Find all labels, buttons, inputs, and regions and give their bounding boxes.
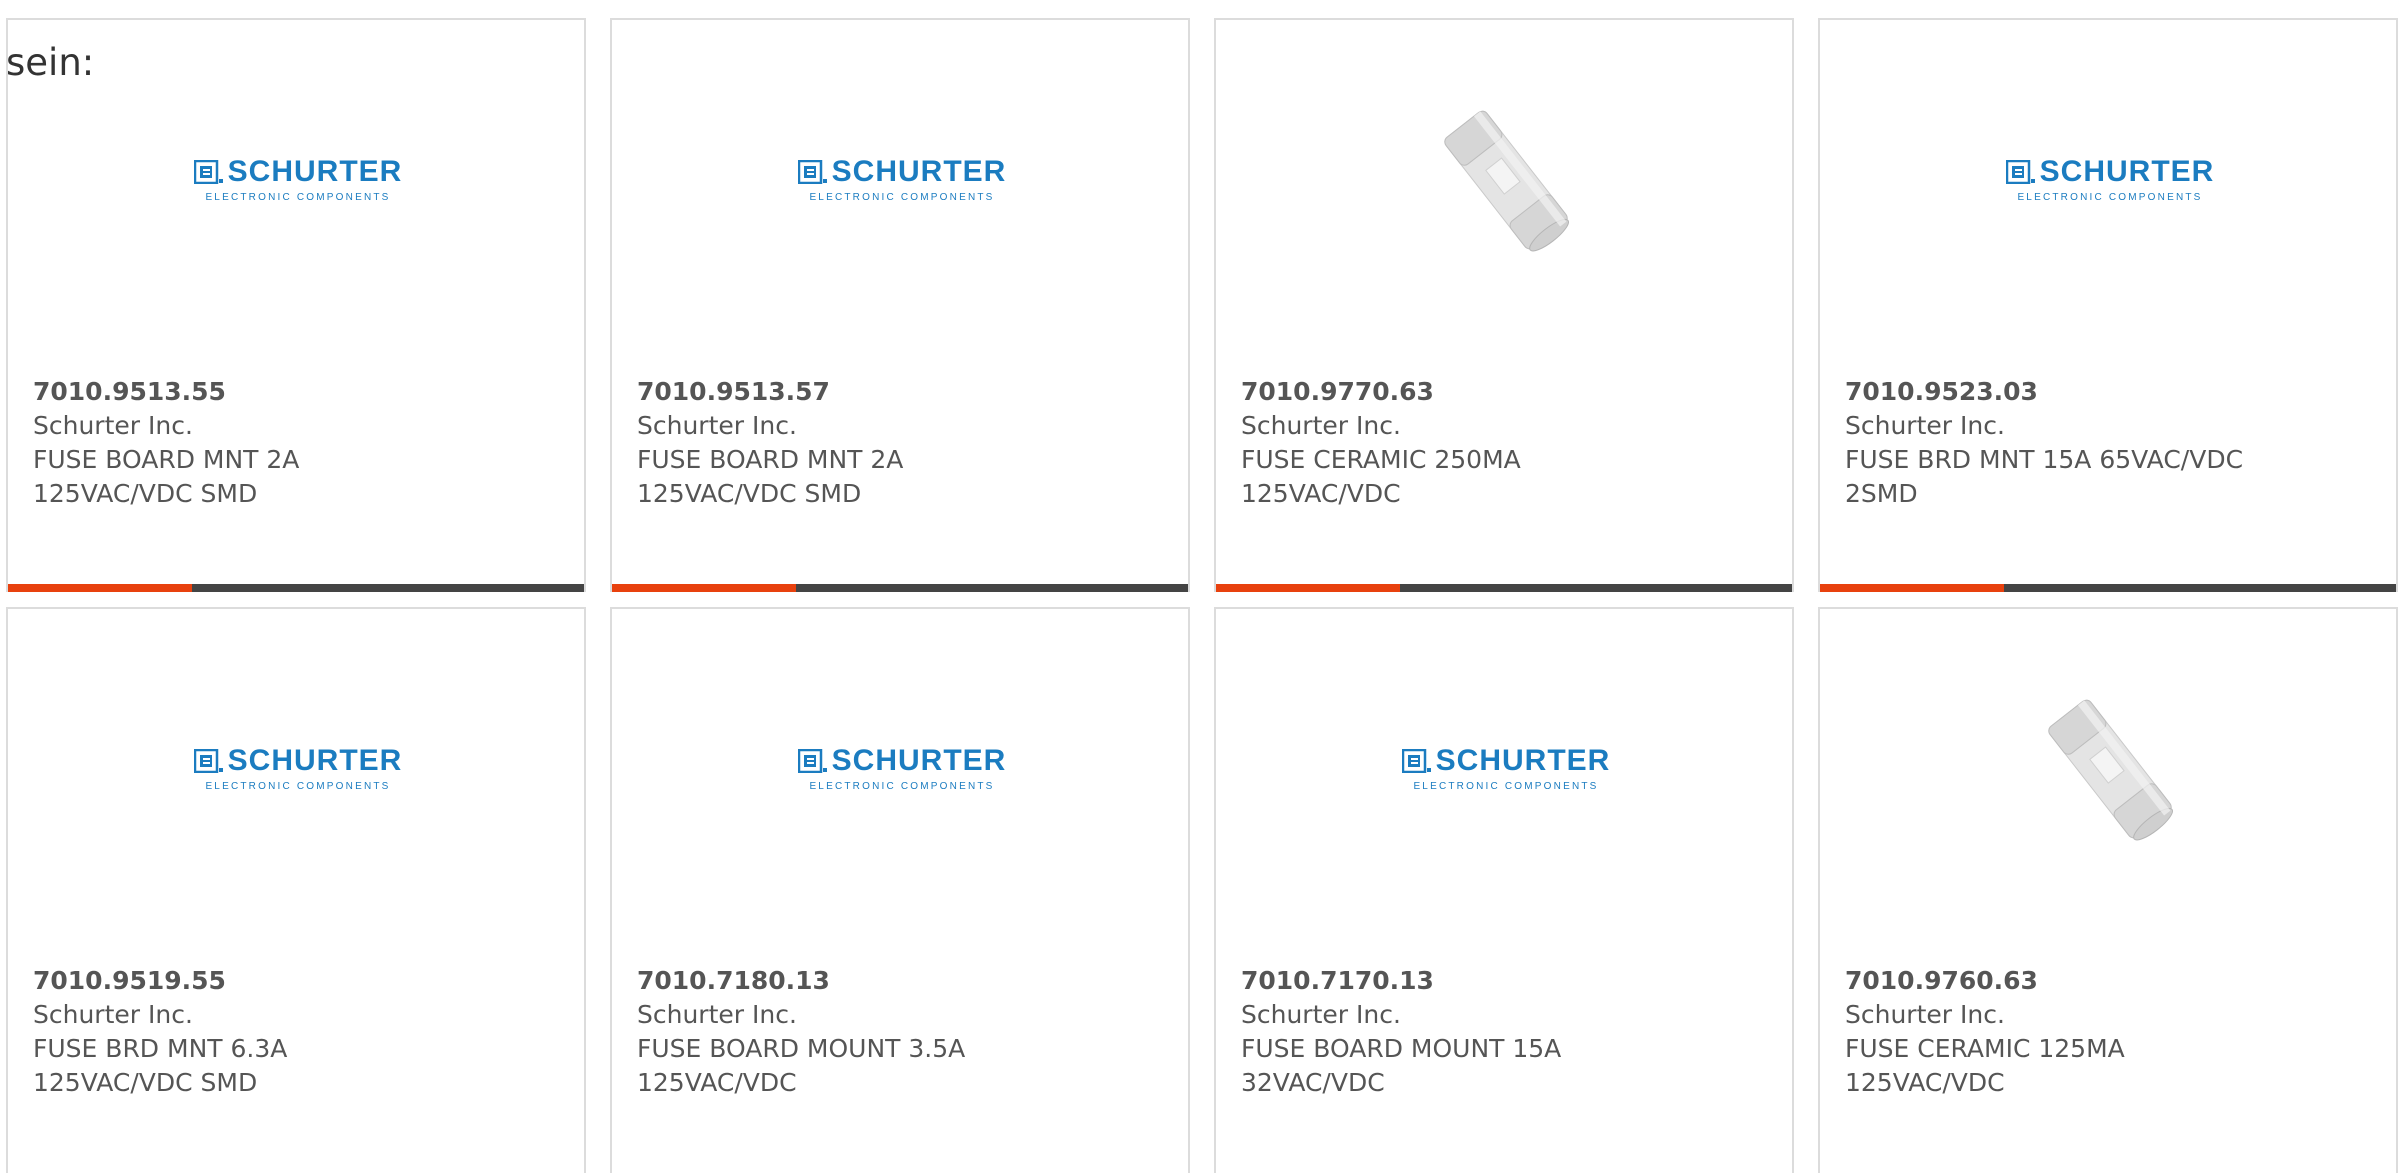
description-line1: FUSE CERAMIC 250MA [1241,445,1521,474]
description-line1: FUSE BOARD MNT 2A [33,445,300,474]
ceramic-fuse-photo [1444,110,1569,252]
product-card[interactable]: SCHURTER ELECTRONIC COMPONENTS 7010.9523… [1818,18,2398,592]
logo-sub-text: ELECTRONIC COMPONENTS [809,781,995,792]
product-image [1216,80,1792,280]
product-image: SCHURTER ELECTRONIC COMPONENTS [612,80,1188,280]
description-line2: 125VAC/VDC [637,1068,797,1097]
description-line2: 125VAC/VDC [1845,1068,2005,1097]
description-line2: 125VAC/VDC SMD [637,479,862,508]
schurter-logo: SCHURTER ELECTRONIC COMPONENTS [797,155,1007,203]
logo-main-text: SCHURTER [831,155,1007,188]
product-image: SCHURTER ELECTRONIC COMPONENTS [612,669,1188,869]
card-accent [8,584,192,592]
description-line1: FUSE BOARD MOUNT 15A [1241,1034,1562,1063]
schurter-emblem-icon [797,160,827,184]
product-card[interactable]: SCHURTER ELECTRONIC COMPONENTS 7010.9513… [610,18,1190,592]
product-image [1820,669,2396,869]
schurter-emblem-icon [193,160,223,184]
schurter-logo: SCHURTER ELECTRONIC COMPONENTS [193,155,403,203]
card-bottom-bar [1216,584,1792,592]
product-info: 7010.7180.13 Schurter Inc. FUSE BOARD MO… [637,964,1167,1100]
card-accent [612,584,796,592]
product-card[interactable]: SCHURTER ELECTRONIC COMPONENTS 7010.9519… [6,607,586,1173]
product-info: 7010.9519.55 Schurter Inc. FUSE BRD MNT … [33,964,563,1100]
product-card[interactable]: SCHURTER ELECTRONIC COMPONENTS 7010.9513… [6,18,586,592]
product-grid-page: sein: SCHURTER ELECTRONIC COMPONENTS 701… [0,0,2400,1173]
logo-main-text: SCHURTER [831,744,1007,777]
logo-sub-text: ELECTRONIC COMPONENTS [205,192,391,203]
product-grid: SCHURTER ELECTRONIC COMPONENTS 7010.9513… [0,0,2400,1173]
manufacturer: Schurter Inc. [637,1000,797,1029]
description-line1: FUSE BRD MNT 15A 65VAC/VDC [1845,445,2244,474]
logo-main-text: SCHURTER [2039,155,2215,188]
description-line1: FUSE BOARD MNT 2A [637,445,904,474]
schurter-logo: SCHURTER ELECTRONIC COMPONENTS [2005,155,2215,203]
description-line1: FUSE BOARD MOUNT 3.5A [637,1034,966,1063]
description-line2: 125VAC/VDC SMD [33,1068,258,1097]
description-line1: FUSE BRD MNT 6.3A [33,1034,288,1063]
product-image: SCHURTER ELECTRONIC COMPONENTS [8,80,584,280]
manufacturer: Schurter Inc. [33,1000,193,1029]
schurter-emblem-icon [193,749,223,773]
logo-sub-text: ELECTRONIC COMPONENTS [2017,192,2203,203]
card-accent [1216,584,1400,592]
description-line2: 125VAC/VDC SMD [33,479,258,508]
logo-sub-text: ELECTRONIC COMPONENTS [1413,781,1599,792]
schurter-emblem-icon [1401,749,1431,773]
logo-sub-text: ELECTRONIC COMPONENTS [809,192,995,203]
product-info: 7010.9523.03 Schurter Inc. FUSE BRD MNT … [1845,375,2375,511]
card-bottom-bar [1820,584,2396,592]
product-card[interactable]: SCHURTER ELECTRONIC COMPONENTS 7010.7170… [1214,607,1794,1173]
manufacturer: Schurter Inc. [33,411,193,440]
product-info: 7010.9760.63 Schurter Inc. FUSE CERAMIC … [1845,964,2375,1100]
part-number-link[interactable]: 7010.9513.57 [637,375,1167,409]
manufacturer: Schurter Inc. [1241,411,1401,440]
description-line2: 125VAC/VDC [1241,479,1401,508]
description-line2: 2SMD [1845,479,1918,508]
schurter-logo: SCHURTER ELECTRONIC COMPONENTS [1401,744,1611,792]
card-bottom-bar [612,584,1188,592]
part-number-link[interactable]: 7010.9519.55 [33,964,563,998]
schurter-emblem-icon [2005,160,2035,184]
description-line1: FUSE CERAMIC 125MA [1845,1034,2125,1063]
product-info: 7010.9513.57 Schurter Inc. FUSE BOARD MN… [637,375,1167,511]
product-card[interactable]: 7010.9770.63 Schurter Inc. FUSE CERAMIC … [1214,18,1794,592]
part-number-link[interactable]: 7010.7180.13 [637,964,1167,998]
manufacturer: Schurter Inc. [1845,411,2005,440]
description-line2: 32VAC/VDC [1241,1068,1385,1097]
manufacturer: Schurter Inc. [1845,1000,2005,1029]
logo-main-text: SCHURTER [227,155,403,188]
part-number-link[interactable]: 7010.9523.03 [1845,375,2375,409]
intro-text: sein: [6,41,95,84]
product-card[interactable]: SCHURTER ELECTRONIC COMPONENTS 7010.7180… [610,607,1190,1173]
product-image: SCHURTER ELECTRONIC COMPONENTS [1820,80,2396,280]
product-info: 7010.7170.13 Schurter Inc. FUSE BOARD MO… [1241,964,1771,1100]
part-number-link[interactable]: 7010.7170.13 [1241,964,1771,998]
card-accent [1820,584,2004,592]
product-image: SCHURTER ELECTRONIC COMPONENTS [8,669,584,869]
product-image: SCHURTER ELECTRONIC COMPONENTS [1216,669,1792,869]
product-info: 7010.9513.55 Schurter Inc. FUSE BOARD MN… [33,375,563,511]
schurter-emblem-icon [797,749,827,773]
part-number-link[interactable]: 7010.9770.63 [1241,375,1771,409]
schurter-logo: SCHURTER ELECTRONIC COMPONENTS [193,744,403,792]
card-bottom-bar [8,584,584,592]
logo-sub-text: ELECTRONIC COMPONENTS [205,781,391,792]
product-info: 7010.9770.63 Schurter Inc. FUSE CERAMIC … [1241,375,1771,511]
part-number-link[interactable]: 7010.9513.55 [33,375,563,409]
schurter-logo: SCHURTER ELECTRONIC COMPONENTS [797,744,1007,792]
logo-main-text: SCHURTER [1435,744,1611,777]
manufacturer: Schurter Inc. [1241,1000,1401,1029]
ceramic-fuse-photo [2048,699,2173,841]
manufacturer: Schurter Inc. [637,411,797,440]
part-number-link[interactable]: 7010.9760.63 [1845,964,2375,998]
logo-main-text: SCHURTER [227,744,403,777]
product-card[interactable]: 7010.9760.63 Schurter Inc. FUSE CERAMIC … [1818,607,2398,1173]
